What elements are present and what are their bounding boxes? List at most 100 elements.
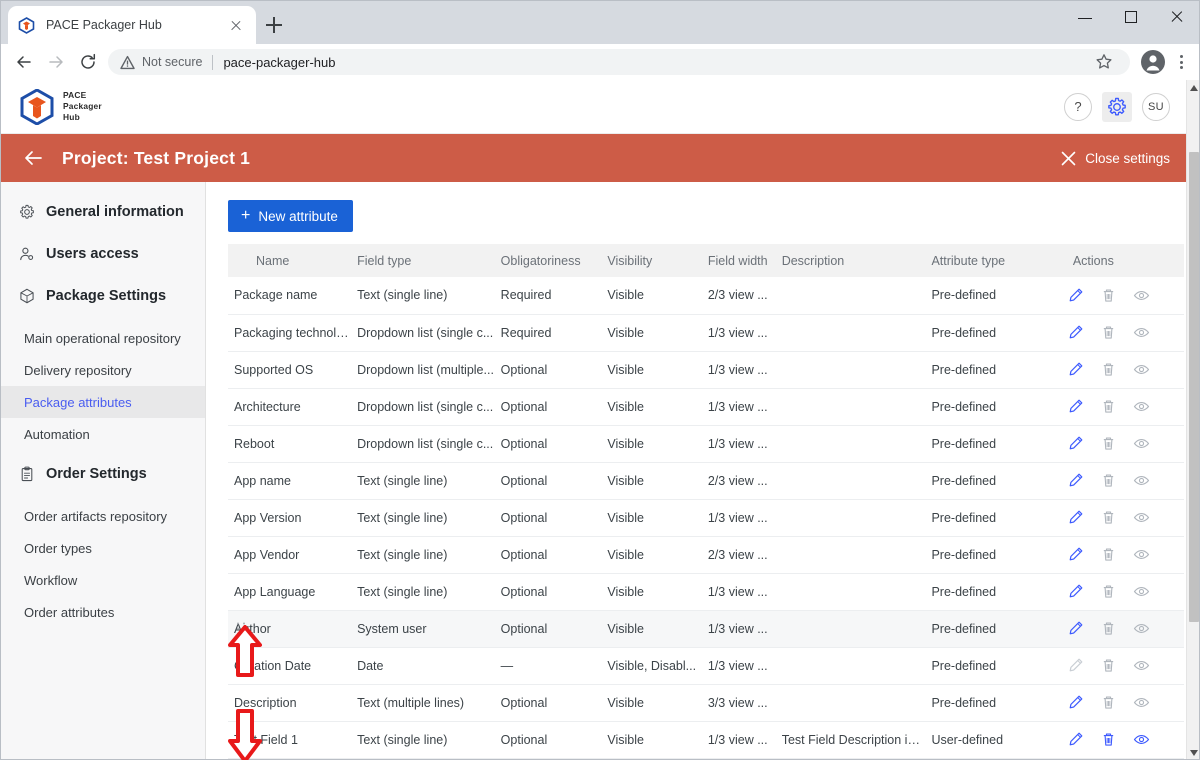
browser-tab[interactable]: PACE Packager Hub <box>8 6 256 44</box>
sidebar-item-users-access[interactable]: Users access <box>0 238 205 270</box>
trash-icon[interactable] <box>1100 583 1117 600</box>
address-bar[interactable]: Not secure pace-packager-hub <box>108 49 1130 75</box>
close-settings-button[interactable]: Close settings <box>1061 151 1170 166</box>
table-row[interactable]: Creation Date Date — Visible, Disabl... 1/3 … <box>228 647 1184 685</box>
eye-icon[interactable] <box>1133 509 1150 526</box>
forward-arrow-icon[interactable] <box>40 46 72 78</box>
pencil-icon[interactable] <box>1067 657 1084 674</box>
eye-icon[interactable] <box>1133 398 1150 415</box>
app-logo[interactable]: PACE Packager Hub <box>20 87 102 126</box>
reload-icon[interactable] <box>72 46 104 78</box>
profile-avatar-icon[interactable] <box>1138 47 1168 77</box>
sidebar-item-package-settings[interactable]: Package Settings <box>0 280 205 312</box>
column-header-field-type[interactable]: Field type <box>351 244 495 277</box>
column-header-actions: Actions <box>1060 244 1184 277</box>
trash-icon[interactable] <box>1100 657 1117 674</box>
table-row[interactable]: Supported OS Dropdown list (multiple... Op… <box>228 351 1184 389</box>
sidebar-item-order-settings[interactable]: Order Settings <box>0 458 205 490</box>
back-arrow-icon[interactable] <box>8 46 40 78</box>
pencil-icon[interactable] <box>1067 287 1084 304</box>
sidebar-item-order-attributes[interactable]: Order attributes <box>0 596 205 628</box>
pencil-icon[interactable] <box>1067 435 1084 452</box>
pencil-icon[interactable] <box>1067 583 1084 600</box>
eye-icon[interactable] <box>1133 472 1150 489</box>
eye-icon[interactable] <box>1133 546 1150 563</box>
eye-icon[interactable] <box>1133 657 1150 674</box>
plus-icon[interactable] <box>262 13 286 37</box>
trash-icon[interactable] <box>1100 546 1117 563</box>
table-row[interactable]: Architecture Dropdown list (single c... Op… <box>228 388 1184 426</box>
table-row[interactable]: App Vendor Text (single line) Optional Visi… <box>228 536 1184 574</box>
sidebar-item-delivery-repository[interactable]: Delivery repository <box>0 354 205 386</box>
sidebar-item-automation[interactable]: Automation <box>0 418 205 450</box>
trash-icon[interactable] <box>1100 361 1117 378</box>
column-header-name[interactable]: Name <box>228 244 352 277</box>
table-row[interactable]: Description Text (multiple lines) Optional… <box>228 684 1184 722</box>
drag-handle-icon[interactable] <box>237 622 246 635</box>
star-icon[interactable] <box>1090 48 1118 76</box>
new-attribute-button[interactable]: + New attribute <box>228 200 353 232</box>
eye-icon[interactable] <box>1133 324 1150 341</box>
eye-icon[interactable] <box>1133 620 1150 637</box>
trash-icon[interactable] <box>1100 620 1117 637</box>
sidebar-item-label: Order artifacts repository <box>24 508 168 524</box>
close-icon[interactable] <box>226 15 246 35</box>
pencil-icon[interactable] <box>1067 398 1084 415</box>
minimize-icon[interactable] <box>1062 0 1108 32</box>
sidebar-item-package-attributes[interactable]: Package attributes <box>0 386 205 418</box>
cell-attribute-type: Pre-defined <box>925 499 1061 537</box>
sidebar-item-order-types[interactable]: Order types <box>0 532 205 564</box>
eye-icon[interactable] <box>1133 361 1150 378</box>
trash-icon[interactable] <box>1100 398 1117 415</box>
help-icon[interactable]: ? <box>1064 92 1092 121</box>
gear-icon[interactable] <box>1102 91 1132 122</box>
eye-icon[interactable] <box>1133 731 1150 748</box>
trash-icon[interactable] <box>1100 509 1117 526</box>
trash-icon[interactable] <box>1100 731 1117 748</box>
table-row[interactable]: Packaging technolo... Dropdown list (sing… <box>228 314 1184 352</box>
avatar[interactable]: SU <box>1142 92 1170 121</box>
column-header-field-width[interactable]: Field width <box>701 244 776 277</box>
table-row[interactable]: App name Text (single line) Optional Visibl… <box>228 462 1184 500</box>
pencil-icon[interactable] <box>1067 620 1084 637</box>
pencil-icon[interactable] <box>1067 546 1084 563</box>
table-row[interactable]: Author System user Optional Visible 1/3 view… <box>228 610 1184 648</box>
trash-icon[interactable] <box>1100 287 1117 304</box>
eye-icon[interactable] <box>1133 583 1150 600</box>
eye-icon[interactable] <box>1133 435 1150 452</box>
table-row[interactable]: Test Field 1 Text (single line) Optional Vi… <box>228 721 1184 759</box>
eye-icon[interactable] <box>1133 694 1150 711</box>
eye-icon[interactable] <box>1133 287 1150 304</box>
maximize-icon[interactable] <box>1108 0 1154 32</box>
column-header-description[interactable]: Description <box>775 244 926 277</box>
back-arrow-icon[interactable] <box>22 147 44 169</box>
trash-icon[interactable] <box>1100 435 1117 452</box>
pencil-icon[interactable] <box>1067 509 1084 526</box>
pencil-icon[interactable] <box>1067 361 1084 378</box>
table-row[interactable]: Package name Text (single line) Required Vi… <box>228 277 1184 315</box>
table-row[interactable]: App Version Text (single line) Optional Vis… <box>228 499 1184 537</box>
column-header-obligatoriness[interactable]: Obligatoriness <box>494 244 602 277</box>
vertical-scrollbar[interactable] <box>1186 80 1200 760</box>
cell-visibility: Visible <box>601 499 702 537</box>
sidebar-item-main-operational-repository[interactable]: Main operational repository <box>0 322 205 354</box>
close-icon[interactable] <box>1154 0 1200 32</box>
sidebar-item-workflow[interactable]: Workflow <box>0 564 205 596</box>
scrollbar-thumb[interactable] <box>1189 152 1199 622</box>
scroll-down-icon[interactable] <box>1187 745 1200 760</box>
scroll-up-icon[interactable] <box>1187 80 1200 95</box>
pencil-icon[interactable] <box>1067 694 1084 711</box>
pencil-icon[interactable] <box>1067 324 1084 341</box>
trash-icon[interactable] <box>1100 472 1117 489</box>
table-row[interactable]: Reboot Dropdown list (single c... Optional… <box>228 425 1184 463</box>
sidebar-item-general-information[interactable]: General information <box>0 196 205 228</box>
sidebar-item-order-artifacts-repository[interactable]: Order artifacts repository <box>0 500 205 532</box>
table-row[interactable]: App Language Text (single line) Optional Vi… <box>228 573 1184 611</box>
trash-icon[interactable] <box>1100 694 1117 711</box>
kebab-menu-icon[interactable] <box>1168 47 1194 77</box>
trash-icon[interactable] <box>1100 324 1117 341</box>
pencil-icon[interactable] <box>1067 472 1084 489</box>
pencil-icon[interactable] <box>1067 731 1084 748</box>
column-header-attribute-type[interactable]: Attribute type <box>925 244 1061 277</box>
column-header-visibility[interactable]: Visibility <box>601 244 702 277</box>
